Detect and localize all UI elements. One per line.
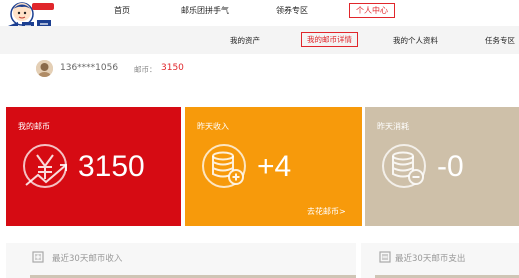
tab-my-assets[interactable]: 我的资产 [230,36,260,46]
coin-stack-minus-icon [382,144,426,188]
card-yesterday-income: 昨天收入 +4 去花邮币> [185,107,362,226]
minus-square-icon [379,251,391,263]
user-phone: 136****1056 [60,63,119,73]
nav-home[interactable]: 首页 [114,5,130,17]
card-yesterday-consumption: 昨天消耗 -0 [365,107,519,226]
card-my-coins-value: 3150 [78,150,145,183]
sub-navigation: 我的资产 我的邮币详情 我的个人资料 任务专区 [0,26,519,54]
card-consumption-title: 昨天消耗 [377,122,409,131]
nav-personal-center[interactable]: 个人中心 [349,3,395,18]
nav-group-luck[interactable]: 邮乐团拼手气 [181,5,229,17]
income-history-title: 最近30天邮币收入 [52,254,123,264]
user-info: 136****1056 邮币： 3150 [0,54,519,104]
avatar[interactable] [36,60,53,77]
income-history-panel: 最近30天邮币收入 [6,243,356,278]
tab-coin-details[interactable]: 我的邮币详情 [301,32,358,47]
avatar-image [36,60,53,77]
expense-history-panel: 最近30天邮币支出 [361,243,519,278]
yen-growth-icon [23,144,67,188]
top-navigation: 首页 邮乐团拼手气 领券专区 个人中心 [0,0,519,36]
tab-tasks[interactable]: 任务专区 [485,36,515,46]
coin-balance-value: 3150 [161,63,184,73]
coin-stack-plus-icon [202,144,246,188]
expense-history-title: 最近30天邮币支出 [395,254,466,264]
card-income-title: 昨天收入 [197,122,229,131]
card-income-value: +4 [257,150,292,183]
spend-coins-link[interactable]: 去花邮币> [307,206,346,217]
card-consumption-value: -0 [437,150,464,183]
card-my-coins: 我的邮币 3150 [6,107,181,226]
coin-balance-label: 邮币： [134,65,157,74]
tab-profile[interactable]: 我的个人资料 [393,36,438,46]
card-my-coins-title: 我的邮币 [18,122,50,131]
nav-coupons[interactable]: 领券专区 [276,5,308,17]
add-square-icon [32,251,44,263]
